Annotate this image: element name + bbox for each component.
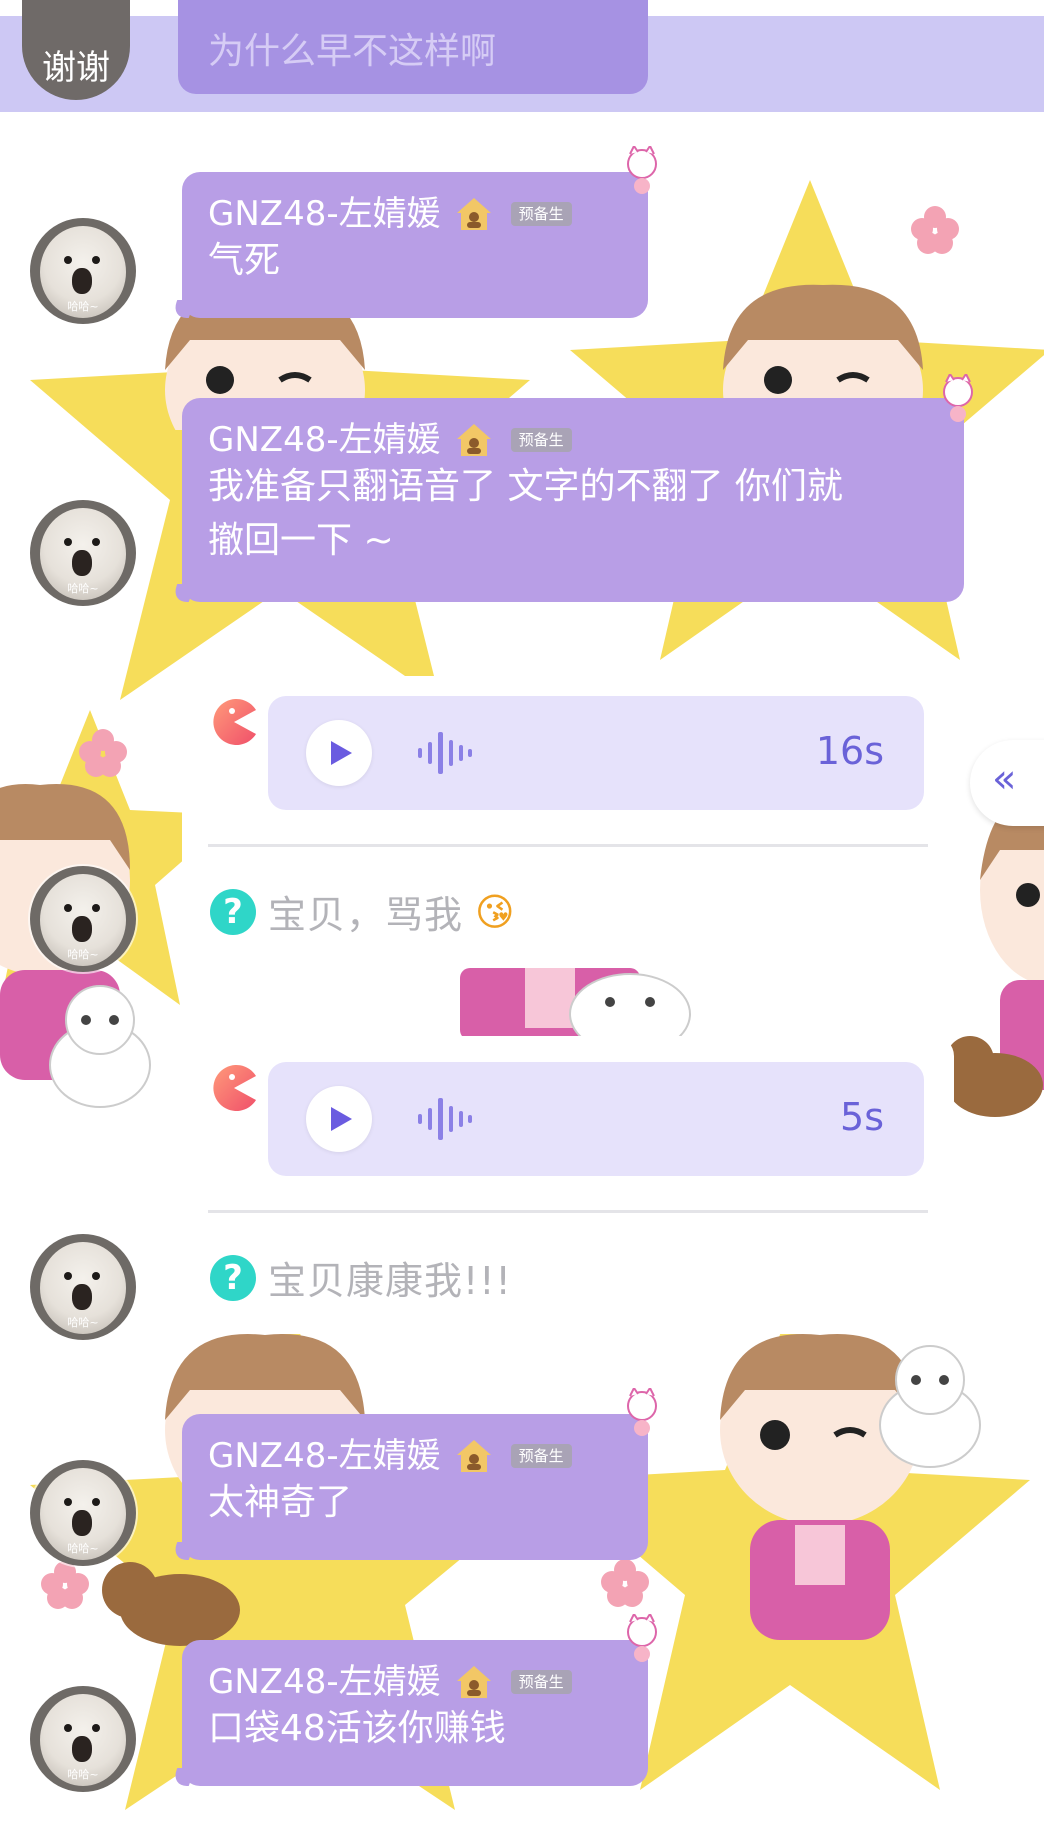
background-cat [560, 964, 700, 1055]
message-text: 口袋48活该你赚钱 [208, 1708, 506, 1749]
background-flower [600, 1558, 650, 1612]
rank-badge: 预备生 [510, 1670, 572, 1694]
avatar[interactable]: 哈哈~ [30, 500, 136, 606]
message-text: 气死 [208, 240, 281, 281]
play-icon [331, 741, 352, 765]
question-icon: ? [210, 1254, 256, 1301]
avatar[interactable]: 哈哈~ [30, 218, 136, 324]
message-bubble[interactable]: GNZ48-左婧媛 预备生 口袋48活该你赚钱 [182, 1640, 648, 1786]
message-bubble[interactable]: 为什么早不这样啊 [178, 0, 648, 94]
play-icon [331, 1107, 352, 1131]
divider [208, 1210, 928, 1213]
sender-name: GNZ48-左婧媛 [208, 1436, 441, 1476]
rank-badge: 预备生 [510, 428, 572, 452]
waveform-icon [416, 730, 474, 780]
avatar-caption: 哈哈~ [67, 948, 99, 961]
divider [208, 844, 928, 847]
question-text: 宝贝康康我!!! [268, 1259, 512, 1303]
waveform-icon [416, 1096, 474, 1146]
background-flower [78, 728, 128, 782]
avatar[interactable]: 哈哈~ [30, 866, 136, 972]
voice-message-card: 16s ? 宝贝，骂我 😘 [182, 676, 954, 966]
house-icon [455, 195, 493, 233]
question-icon: ? [210, 888, 256, 935]
avatar[interactable]: 哈哈~ [30, 1686, 136, 1792]
avatar-caption: 哈哈~ [67, 300, 99, 313]
sender-line: GNZ48-左婧媛 预备生 [208, 1662, 622, 1702]
cat-sticker-icon [624, 1386, 660, 1438]
avatar[interactable]: 哈哈~ [30, 1234, 136, 1340]
house-icon [455, 1663, 493, 1701]
background-cat [870, 1340, 990, 1474]
cat-sticker-icon [624, 1612, 660, 1664]
message-text: 为什么早不这样啊 [208, 31, 497, 72]
avatar[interactable]: 哈哈~ [30, 1460, 136, 1566]
message-text-line: 我准备只翻语音了 文字的不翻了 你们就 [208, 466, 843, 507]
voice-player[interactable]: 16s [268, 696, 924, 810]
avatar-caption: 哈哈~ [67, 1768, 99, 1781]
play-button[interactable] [306, 720, 372, 786]
translation-question: ? 宝贝康康我!!! [210, 1250, 512, 1305]
house-icon [455, 1437, 493, 1475]
double-chevron-left-icon: « [992, 756, 1017, 802]
background-flower [910, 205, 960, 259]
voice-message-card: 5s ? 宝贝康康我!!! [182, 1036, 954, 1334]
sender-line: GNZ48-左婧媛 预备生 [208, 420, 938, 460]
avatar-caption: 哈哈~ [67, 582, 99, 595]
pacman-icon [210, 1064, 258, 1112]
sender-line: GNZ48-左婧媛 预备生 [208, 194, 622, 234]
background-cat [90, 1550, 250, 1654]
message-text-line: 撤回一下 ~ [208, 520, 394, 561]
voice-player[interactable]: 5s [268, 1062, 924, 1176]
sender-name: GNZ48-左婧媛 [208, 1662, 441, 1702]
sender-name: GNZ48-左婧媛 [208, 420, 441, 460]
rank-badge: 预备生 [510, 202, 572, 226]
sender-line: GNZ48-左婧媛 预备生 [208, 1436, 622, 1476]
cat-sticker-icon [940, 372, 976, 424]
play-button[interactable] [306, 1086, 372, 1152]
sender-name: GNZ48-左婧媛 [208, 194, 441, 234]
avatar[interactable]: 谢谢 [22, 0, 130, 100]
house-icon [455, 421, 493, 459]
avatar-caption: 哈哈~ [67, 1542, 99, 1555]
message-bubble[interactable]: GNZ48-左婧媛 预备生 太神奇了 [182, 1414, 648, 1560]
background-cat [940, 1030, 1044, 1124]
rank-badge: 预备生 [510, 1444, 572, 1468]
question-text: 宝贝，骂我 [268, 893, 464, 937]
watermark: 孩吧 [981, 1793, 1034, 1823]
avatar-caption: 谢谢 [42, 48, 110, 88]
background-flower [40, 1560, 90, 1614]
kiss-emoji-icon: 😘 [475, 889, 516, 934]
voice-duration: 5s [840, 1095, 884, 1139]
pacman-icon [210, 698, 258, 746]
chat-screen: 谢谢 为什么早不这样啊 哈哈~ GNZ48-左婧媛 预备生 气死 哈哈~ GNZ… [0, 0, 1044, 1828]
message-bubble[interactable]: GNZ48-左婧媛 预备生 气死 [182, 172, 648, 318]
background-cat [40, 980, 160, 1114]
message-bubble[interactable]: GNZ48-左婧媛 预备生 我准备只翻语音了 文字的不翻了 你们就 撤回一下 ~ [182, 398, 964, 602]
voice-duration: 16s [815, 729, 884, 773]
message-text: 太神奇了 [208, 1482, 353, 1523]
avatar-caption: 哈哈~ [67, 1316, 99, 1329]
translation-question: ? 宝贝，骂我 😘 [210, 884, 516, 939]
cat-sticker-icon [624, 144, 660, 196]
